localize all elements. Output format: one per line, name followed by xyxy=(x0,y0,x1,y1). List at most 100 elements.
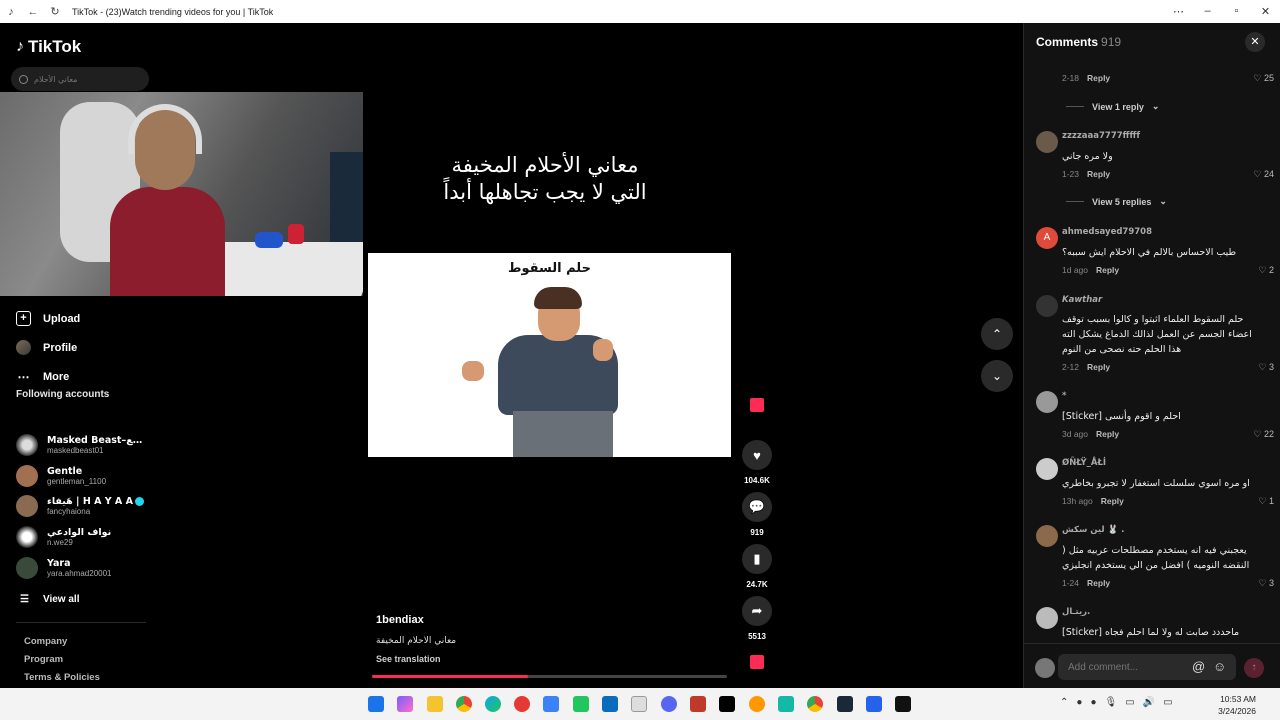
comment-username[interactable]: لين سكش 🐰 . xyxy=(1062,525,1124,535)
video-progress-bar[interactable] xyxy=(372,675,727,678)
reply-button[interactable]: Reply xyxy=(1096,429,1119,439)
view-replies-button[interactable]: View 1 reply ⌄ xyxy=(1066,101,1159,112)
close-comments-button[interactable]: ✕ xyxy=(1245,32,1265,52)
following-account[interactable]: Yara yara.ahmad20001 xyxy=(16,557,112,579)
music-disc-icon[interactable] xyxy=(750,655,764,669)
following-account[interactable]: نواف الوادعي n.we29 xyxy=(16,526,111,548)
app-icon[interactable] xyxy=(778,696,794,712)
discord-icon[interactable] xyxy=(661,696,677,712)
comment-like[interactable]: ♡ 2 xyxy=(1258,265,1274,276)
comment-like[interactable]: ♡ 1 xyxy=(1258,496,1274,507)
reply-button[interactable]: Reply xyxy=(1087,73,1110,83)
reply-button[interactable]: Reply xyxy=(1087,362,1110,372)
nav-more[interactable]: ⋯ More xyxy=(16,369,70,384)
firefox-icon[interactable] xyxy=(749,696,765,712)
edge-icon[interactable] xyxy=(485,696,501,712)
comment-like[interactable]: ♡ 3 xyxy=(1258,362,1274,373)
search-box[interactable] xyxy=(11,67,149,91)
bookmark-icon[interactable]: ▮ xyxy=(742,544,772,574)
comment-like[interactable]: ♡ 22 xyxy=(1253,429,1274,440)
post-comment-button[interactable]: ↑ xyxy=(1244,658,1264,678)
nav-upload[interactable]: + Upload xyxy=(16,311,80,326)
nav-profile[interactable]: Profile xyxy=(16,340,77,355)
reply-button[interactable]: Reply xyxy=(1087,578,1110,588)
comment-like[interactable]: ♡ 24 xyxy=(1253,169,1274,180)
network-icon[interactable]: ▭ xyxy=(1125,697,1134,708)
comment-username[interactable]: ØÑŁŸ_ÅŁİ xyxy=(1062,458,1106,468)
comment-username[interactable]: ريتـال. xyxy=(1062,607,1090,617)
notepad-icon[interactable] xyxy=(631,696,647,712)
video-author[interactable]: 1bendiax xyxy=(376,614,424,626)
comment-action[interactable]: 💬 919 xyxy=(741,492,773,537)
view-replies-button[interactable]: View 5 replies ⌄ xyxy=(1066,196,1167,207)
chrome-icon[interactable] xyxy=(807,696,823,712)
start-icon[interactable] xyxy=(368,696,384,712)
emoji-icon[interactable]: ☺ xyxy=(1213,659,1226,674)
close-window-icon[interactable]: ✕ xyxy=(1251,5,1280,18)
system-tray[interactable]: ⌃ ● ● 🎙 ▭ 🔊 ▭ xyxy=(1060,697,1173,708)
avatar[interactable] xyxy=(1036,131,1058,153)
next-video-button[interactable]: ⌄ xyxy=(981,360,1013,392)
app-icon[interactable] xyxy=(690,696,706,712)
taskbar-clock[interactable]: 10:53 AM 3/24/2026 xyxy=(1218,693,1256,717)
app-icon[interactable] xyxy=(602,696,618,712)
comment-username[interactable]: * xyxy=(1062,391,1066,401)
reply-button[interactable]: Reply xyxy=(1096,265,1119,275)
steam-icon[interactable] xyxy=(837,696,853,712)
menu-icon[interactable]: ⋯ xyxy=(1164,5,1193,18)
save-action[interactable]: ▮ 24.7K xyxy=(741,544,773,589)
view-all-link[interactable]: ☰ View all xyxy=(20,594,79,605)
chrome-icon[interactable] xyxy=(456,696,472,712)
avatar[interactable]: A xyxy=(1036,227,1058,249)
following-account[interactable]: Gentle gentleman_1100 xyxy=(16,465,106,487)
volume-icon[interactable]: 🔊 xyxy=(1143,697,1155,708)
footer-link-terms[interactable]: Terms & Policies xyxy=(24,672,100,683)
file-explorer-icon[interactable] xyxy=(427,696,443,712)
avatar[interactable] xyxy=(1036,458,1058,480)
comment-username[interactable]: Kawthar xyxy=(1062,295,1102,305)
reply-button[interactable]: Reply xyxy=(1101,496,1124,506)
reply-button[interactable]: Reply xyxy=(1087,169,1110,179)
chevron-up-icon[interactable]: ⌃ xyxy=(1060,697,1068,708)
comment-username[interactable]: ahmedsayed79708 xyxy=(1062,227,1152,237)
tiktok-logo[interactable]: ♪ TikTok xyxy=(16,37,81,57)
like-action[interactable]: ♥ 104.6K xyxy=(741,440,773,485)
add-comment-input[interactable] xyxy=(1058,654,1236,680)
avatar[interactable] xyxy=(1036,525,1058,547)
comment-icon[interactable]: 💬 xyxy=(742,492,772,522)
avatar[interactable] xyxy=(1036,391,1058,413)
restore-icon[interactable]: ▫ xyxy=(1222,5,1251,18)
tray-app-icon[interactable]: ● xyxy=(1076,697,1082,708)
back-icon[interactable]: ← xyxy=(22,6,44,18)
avatar[interactable] xyxy=(1036,607,1058,629)
battery-icon[interactable]: ▭ xyxy=(1163,697,1172,708)
following-account[interactable]: هَيفاء | H A Y A Afancyhaiona xyxy=(16,495,144,517)
footer-link-company[interactable]: Company xyxy=(24,636,67,647)
creator-badge-icon[interactable] xyxy=(750,398,764,412)
copilot-icon[interactable] xyxy=(397,696,413,712)
comment-username[interactable]: zzzzaaa7777fffff xyxy=(1062,131,1140,141)
share-icon[interactable]: ➦ xyxy=(742,596,772,626)
reload-icon[interactable]: ↻ xyxy=(44,5,66,18)
avatar[interactable] xyxy=(1036,295,1058,317)
footer-link-program[interactable]: Program xyxy=(24,654,63,665)
minimize-icon[interactable]: – xyxy=(1193,5,1222,18)
app-icon[interactable] xyxy=(573,696,589,712)
search-input[interactable] xyxy=(34,74,134,84)
store-icon[interactable] xyxy=(543,696,559,712)
tiktok-icon[interactable] xyxy=(719,696,735,712)
previous-video-button[interactable]: ⌃ xyxy=(981,318,1013,350)
app-icon[interactable] xyxy=(895,696,911,712)
app-icon[interactable] xyxy=(866,696,882,712)
mic-icon[interactable]: 🎙 xyxy=(1104,697,1117,708)
comment-like[interactable]: ♡ 25 xyxy=(1253,73,1274,84)
mention-icon[interactable]: @ xyxy=(1192,659,1205,674)
share-action[interactable]: ➦ 5513 xyxy=(741,596,773,641)
app-icon[interactable] xyxy=(514,696,530,712)
heart-icon[interactable]: ♥ xyxy=(742,440,772,470)
tray-app-icon[interactable]: ● xyxy=(1090,697,1096,708)
see-translation-link[interactable]: See translation xyxy=(376,654,441,664)
video-frame[interactable]: حلم السقوط xyxy=(368,253,731,457)
comment-like[interactable]: ♡ 3 xyxy=(1258,578,1274,589)
following-account[interactable]: Masked Beast–مقنع...maskedbeast01 xyxy=(16,434,145,456)
